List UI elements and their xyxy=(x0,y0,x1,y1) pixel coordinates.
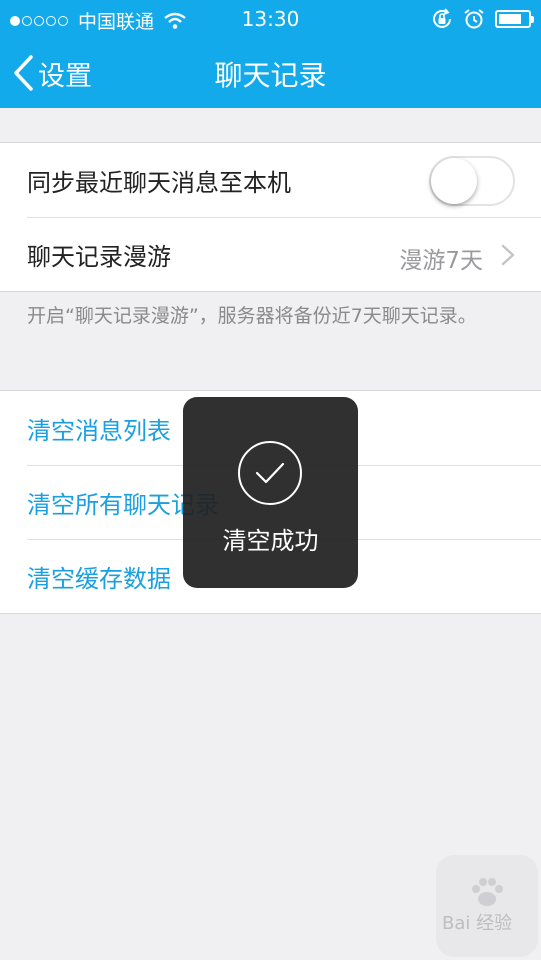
rotation-lock-icon xyxy=(433,8,451,28)
battery-fill xyxy=(499,14,522,24)
battery-icon xyxy=(495,10,534,28)
roaming-duration-value: 漫游7天 xyxy=(399,248,483,274)
alarm-clock-icon xyxy=(464,9,484,29)
chat-history-roaming-row[interactable]: 聊天记录漫游 漫游7天 xyxy=(0,217,541,291)
watermark-badge: Bai 经验 xyxy=(436,855,538,957)
toast-message: 清空成功 xyxy=(222,527,319,555)
roaming-description: 开启“聊天记录漫游”，服务器将备份近7天聊天记录。 xyxy=(27,305,477,327)
status-bar: 中国联通 13:30 xyxy=(0,0,541,38)
clear-message-list-label: 清空消息列表 xyxy=(27,416,171,445)
page-title: 聊天记录 xyxy=(214,59,327,92)
success-toast: 清空成功 xyxy=(183,397,358,588)
chat-history-roaming-label: 聊天记录漫游 xyxy=(27,242,171,271)
sync-recent-messages-label: 同步最近聊天消息至本机 xyxy=(27,168,291,197)
sync-recent-messages-row: 同步最近聊天消息至本机 xyxy=(0,143,541,217)
sync-settings-group: 同步最近聊天消息至本机 聊天记录漫游 漫游7天 xyxy=(0,142,541,292)
navigation-bar: 设置 聊天记录 xyxy=(0,38,541,108)
checkmark-circle-icon xyxy=(238,441,302,505)
paw-icon xyxy=(472,878,503,906)
watermark-text: Bai 经验 xyxy=(442,913,513,934)
toggle-knob xyxy=(431,158,477,204)
chevron-right-icon xyxy=(501,244,515,266)
sync-recent-messages-toggle[interactable] xyxy=(429,156,515,206)
clear-cache-label: 清空缓存数据 xyxy=(27,564,171,593)
status-right xyxy=(431,8,534,30)
